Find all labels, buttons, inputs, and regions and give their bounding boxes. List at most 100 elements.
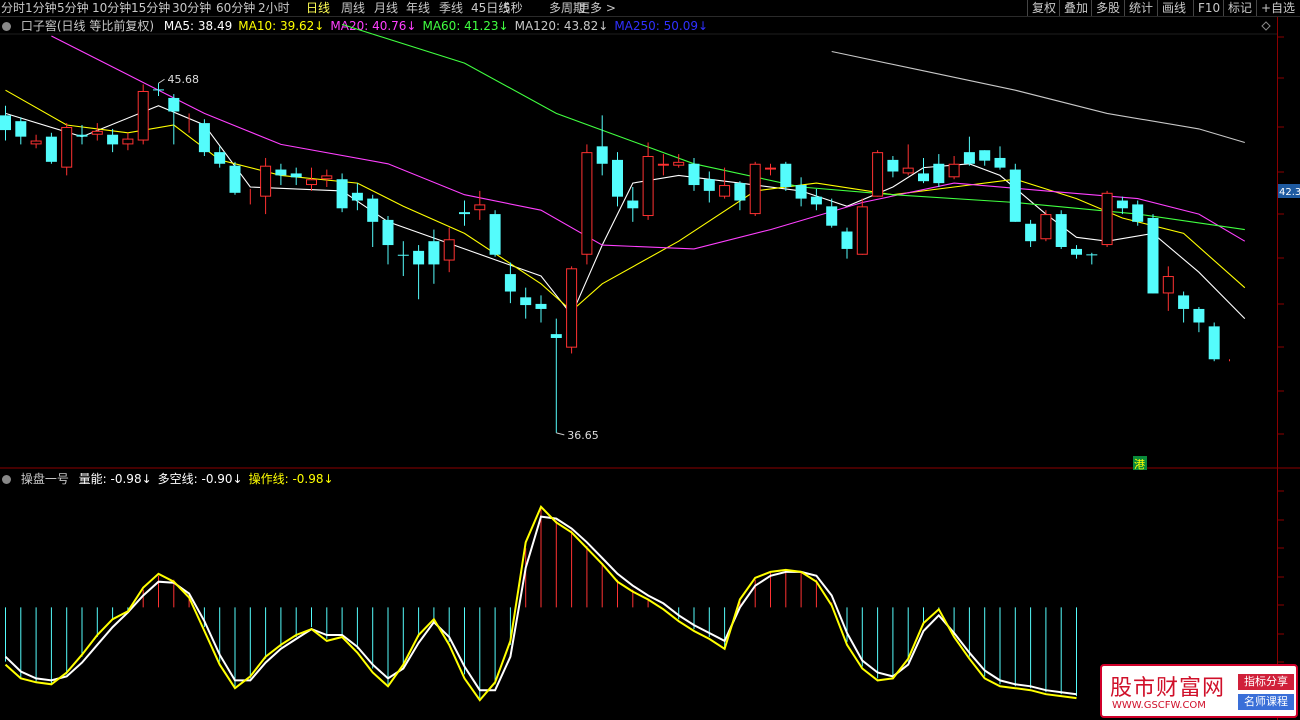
toolbar-button[interactable]: 统计 [1124,0,1153,16]
candle-body [1086,254,1098,256]
candle-body [1116,200,1128,209]
high-price-label: 45.68 [168,73,200,86]
candle-body [91,130,103,135]
candle-body [413,250,425,265]
period-tab[interactable]: 10分钟 [92,0,131,16]
candle-body [887,159,899,172]
candle-body [229,165,241,193]
candle-body [948,163,960,178]
candle-body [15,121,27,137]
toolbar-button[interactable]: 叠加 [1059,0,1088,16]
period-tab[interactable]: 周线 [341,0,365,16]
toolbar-button[interactable]: 多股 [1091,0,1120,16]
candle-body [535,303,547,309]
toolbar-button[interactable]: +自选 [1256,0,1295,16]
high-marker [158,78,165,84]
candle-body [657,163,669,166]
candle-body [765,167,776,170]
candle-body [550,334,562,338]
candle-body [1162,276,1174,294]
ma-line [5,105,1246,319]
candle-body [321,175,333,180]
candle-body [1193,308,1205,323]
candle-body [122,138,134,145]
candle-body [734,183,746,201]
candle-body [581,152,593,255]
candle-body [107,134,119,145]
candle-body [627,200,639,209]
candle-body [260,165,272,197]
candle-body [290,173,302,178]
ma-line [831,50,1245,144]
candle-body [351,192,363,201]
candle-body [198,123,210,153]
candle-body [979,150,991,161]
period-tab[interactable]: 月线 [374,0,398,16]
watermark-logo: 股市财富网 WWW.GSCFW.COM 指标分享 名师课程 [1100,664,1298,718]
candle-body [780,163,792,187]
low-marker [556,432,565,436]
watermark-title: 股市财富网 [1110,676,1226,701]
period-tab[interactable]: 5秒 [503,0,523,16]
candle-body [1071,248,1082,255]
watermark-tag-course: 名师课程 [1238,694,1294,710]
period-tab[interactable]: 1分钟 [25,0,57,16]
candle-body [1040,214,1052,240]
candle-body [856,206,868,255]
candle-body [749,163,761,215]
candle-body [1132,204,1144,222]
candle-body [902,167,914,174]
period-tab[interactable]: 年线 [406,0,430,16]
period-tab[interactable]: 季线 [439,0,463,16]
candle-body [1009,169,1021,222]
candle-body [0,115,11,131]
candle-body [795,185,807,199]
candle-body [994,157,1006,168]
toolbar-button[interactable]: 画线 [1157,0,1186,16]
toolbar-button[interactable]: F10 [1193,0,1220,16]
period-tab[interactable]: 更多 > [578,0,616,16]
candle-body [367,198,379,222]
candle-body [336,179,348,209]
candle-body [642,156,654,217]
candle-body [153,89,164,91]
period-tab[interactable]: 5分钟 [57,0,89,16]
kline-chart[interactable]: 45.68 36.65 港 42.3 [0,17,1300,720]
candle-body [76,134,88,137]
toolbar-button[interactable]: 标记 [1223,0,1252,16]
watermark-url: WWW.GSCFW.COM [1112,700,1206,711]
candle-body [382,219,394,246]
candle-body [1055,214,1067,247]
candle-body [30,140,42,145]
candle-body [963,152,975,164]
candle-body [933,163,945,184]
candle-body [474,204,486,211]
period-tab[interactable]: 日线 [306,0,330,16]
period-tab[interactable]: 30分钟 [172,0,211,16]
watermark-tag-share: 指标分享 [1238,674,1294,690]
hk-badge-label: 港 [1134,458,1145,471]
candle-body [810,196,822,205]
period-tab[interactable]: 15分钟 [131,0,170,16]
ma-line [5,89,1246,312]
period-toolbar: 分时 1分钟 5分钟 10分钟 15分钟 30分钟 60分钟 2小时 日线 周线 月线 年线 季线 45日… [0,0,1300,17]
candle-body [168,97,180,112]
candle-body [872,152,884,197]
period-tab[interactable]: 分时 [1,0,25,16]
toolbar-button[interactable]: 复权 [1027,0,1056,16]
candle-body [214,152,226,164]
candle-body [1208,326,1220,360]
candle-body [826,206,838,226]
candle-body [275,169,287,176]
candle-body [1101,192,1113,246]
candle-body [61,126,73,168]
period-tab[interactable]: 60分钟 [216,0,255,16]
candle-body [1178,295,1190,309]
low-price-label: 36.65 [567,429,599,442]
candle-body [688,163,700,186]
period-tab[interactable]: 2小时 [258,0,290,16]
candle-body [596,146,608,164]
candle-body [719,185,731,197]
candle-body [841,231,853,249]
candle-body [428,241,440,265]
